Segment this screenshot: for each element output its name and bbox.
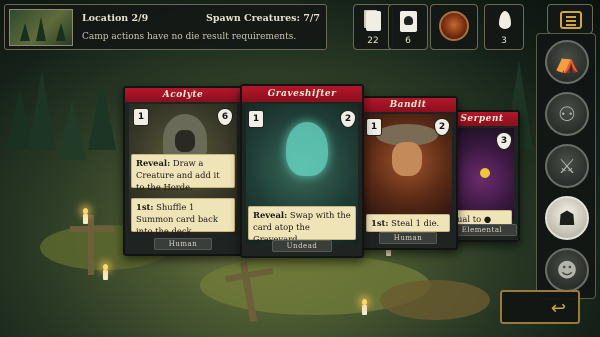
candle <box>83 208 88 224</box>
tent-icon: ⛺ <box>554 50 580 74</box>
undo-arrow-icon: ↩ <box>550 298 566 319</box>
menu-icon <box>560 11 582 29</box>
tree <box>56 23 66 41</box>
card-ability-first: 1st: Shuffle 1 Summon card back into the… <box>131 198 235 236</box>
tree <box>20 23 30 41</box>
camp-button[interactable]: ⛺ <box>545 40 589 84</box>
location-note: Camp actions have no die result requirem… <box>82 32 297 42</box>
character-portrait-button[interactable] <box>430 4 478 50</box>
horde-card-icon <box>400 11 417 32</box>
candle <box>103 264 108 280</box>
three-circles-icon: ⚇ <box>558 102 576 126</box>
deck-counter[interactable]: 22 <box>353 4 393 50</box>
deck-cards-icon <box>366 11 381 31</box>
cost-badge: 1 <box>366 118 382 136</box>
menu-icon-bar <box>566 20 576 22</box>
ghost-icon: ☗ <box>558 206 576 230</box>
card-title: Graveshifter <box>242 86 362 102</box>
tree <box>58 100 86 160</box>
acolyte-face <box>175 130 195 152</box>
combat-button[interactable]: ⚔ <box>545 144 589 188</box>
card-title: Acolyte <box>125 88 241 102</box>
location-thumbnail[interactable] <box>9 9 73 46</box>
card-graveshifter[interactable]: Graveshifter 1 2 Reveal: Swap with the c… <box>240 84 364 258</box>
location-info-panel: Location 2/9 Spawn Creatures: 7/7 Camp a… <box>4 4 327 50</box>
flame-icon <box>499 11 511 29</box>
card-acolyte[interactable]: Acolyte 1 6 Reveal: Draw a Creature and … <box>123 86 243 256</box>
side-menu: ⛺ ⚇ ⚔ ☗ ☻ <box>536 33 596 299</box>
menu-icon-bar <box>566 24 576 26</box>
fire-counter[interactable]: 3 <box>484 4 524 50</box>
horde-counter[interactable]: 6 <box>388 4 428 50</box>
candle <box>362 299 367 315</box>
card-type: Human <box>360 225 456 244</box>
card-type: Undead <box>242 233 362 252</box>
grave-cross <box>70 226 114 232</box>
deck-count: 22 <box>367 36 379 46</box>
back-button[interactable]: ↩ <box>500 290 580 324</box>
spawn-creatures-counter: Spawn Creatures: 7/7 <box>205 13 320 24</box>
graveshifter-ghost <box>286 122 328 176</box>
menu-icon-bar <box>566 16 576 18</box>
serpent-eye <box>480 168 490 178</box>
party-button[interactable]: ☻ <box>545 248 589 292</box>
location-counter: Location 2/9 <box>82 13 149 24</box>
card-title: Bandit <box>360 98 456 112</box>
horde-count: 6 <box>405 36 411 46</box>
card-type: Human <box>125 231 241 250</box>
crossed-swords-icon: ⚔ <box>558 154 576 178</box>
grave-cross <box>88 215 94 275</box>
tree <box>36 17 46 41</box>
tree <box>88 80 116 150</box>
menu-button[interactable] <box>547 4 593 34</box>
card-ability-reveal: Reveal: Draw a Creature and add it to th… <box>131 154 235 192</box>
cost-badge: 1 <box>133 108 149 126</box>
card-bandit[interactable]: Bandit 1 2 1st: Steal 1 die. Human <box>358 96 458 250</box>
creatures-button[interactable]: ☗ <box>545 196 589 240</box>
character-portrait <box>439 11 469 41</box>
cost-badge: 1 <box>248 110 264 128</box>
fire-count: 3 <box>501 36 507 46</box>
tree <box>28 70 56 150</box>
moss-patch <box>380 280 490 320</box>
group-icon: ☻ <box>556 258 578 282</box>
resources-button[interactable]: ⚇ <box>545 92 589 136</box>
bandit-face <box>392 142 422 176</box>
